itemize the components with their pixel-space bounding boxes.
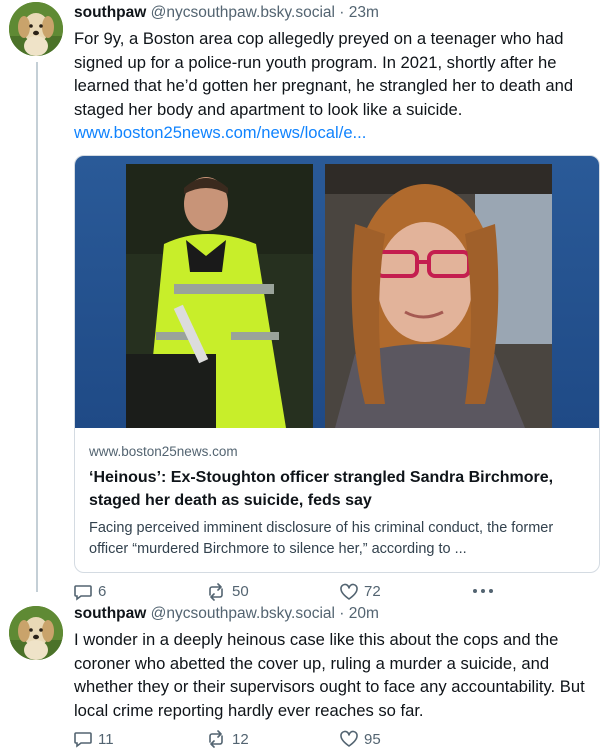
- officer-photo: [126, 163, 313, 428]
- victim-photo: [325, 163, 552, 428]
- reply-button[interactable]: 11: [74, 730, 114, 748]
- post-text: For 9y, a Boston area cop allegedly prey…: [74, 29, 574, 119]
- repost-count: 50: [232, 583, 249, 600]
- post-timestamp[interactable]: 23m: [349, 4, 379, 21]
- more-options-button[interactable]: [472, 586, 494, 596]
- link-preview-card[interactable]: www.boston25news.com ‘Heinous’: Ex-Stoug…: [74, 154, 600, 573]
- reply-count: 11: [98, 730, 114, 748]
- post-link[interactable]: www.boston25news.com/news/local/e...: [74, 121, 595, 145]
- repost-button[interactable]: 50: [206, 582, 249, 601]
- like-button[interactable]: 72: [340, 583, 381, 601]
- post-actions: 11 12 95: [74, 730, 595, 750]
- separator-dot: ·: [339, 605, 345, 622]
- repost-arrows-icon: [206, 582, 226, 601]
- speech-bubble-icon: [74, 730, 92, 748]
- post-text: I wonder in a deeply heinous case like t…: [74, 630, 585, 720]
- post-header: southpaw @nycsouthpaw.bsky.social · 23m: [74, 2, 595, 24]
- repost-button[interactable]: 12: [206, 730, 249, 748]
- thread-connector-line: [36, 62, 38, 592]
- speech-bubble-icon: [74, 583, 92, 601]
- card-image: [75, 155, 599, 428]
- reply-button[interactable]: 6: [74, 583, 106, 601]
- display-name[interactable]: southpaw: [74, 605, 146, 622]
- card-domain: www.boston25news.com: [89, 443, 238, 459]
- heart-icon: [340, 730, 358, 748]
- separator-dot: ·: [339, 4, 345, 21]
- ellipsis-icon: [472, 586, 494, 596]
- user-handle[interactable]: @nycsouthpaw.bsky.social: [151, 4, 335, 21]
- post-header: southpaw @nycsouthpaw.bsky.social · 20m: [74, 603, 595, 625]
- avatar[interactable]: [9, 2, 63, 56]
- repost-arrows-icon: [206, 730, 226, 748]
- card-description: Facing perceived imminent disclosure of …: [89, 519, 554, 557]
- heart-icon: [340, 583, 358, 601]
- repost-count: 12: [232, 730, 249, 748]
- user-handle[interactable]: @nycsouthpaw.bsky.social: [151, 605, 335, 622]
- like-count: 95: [364, 730, 381, 748]
- like-button[interactable]: 95: [340, 730, 381, 748]
- like-count: 72: [364, 583, 381, 600]
- display-name[interactable]: southpaw: [74, 4, 146, 21]
- reply-count: 6: [98, 583, 107, 600]
- post-timestamp[interactable]: 20m: [349, 605, 379, 622]
- card-title[interactable]: ‘Heinous’: Ex-Stoughton officer strangle…: [89, 466, 585, 512]
- avatar[interactable]: [9, 606, 63, 660]
